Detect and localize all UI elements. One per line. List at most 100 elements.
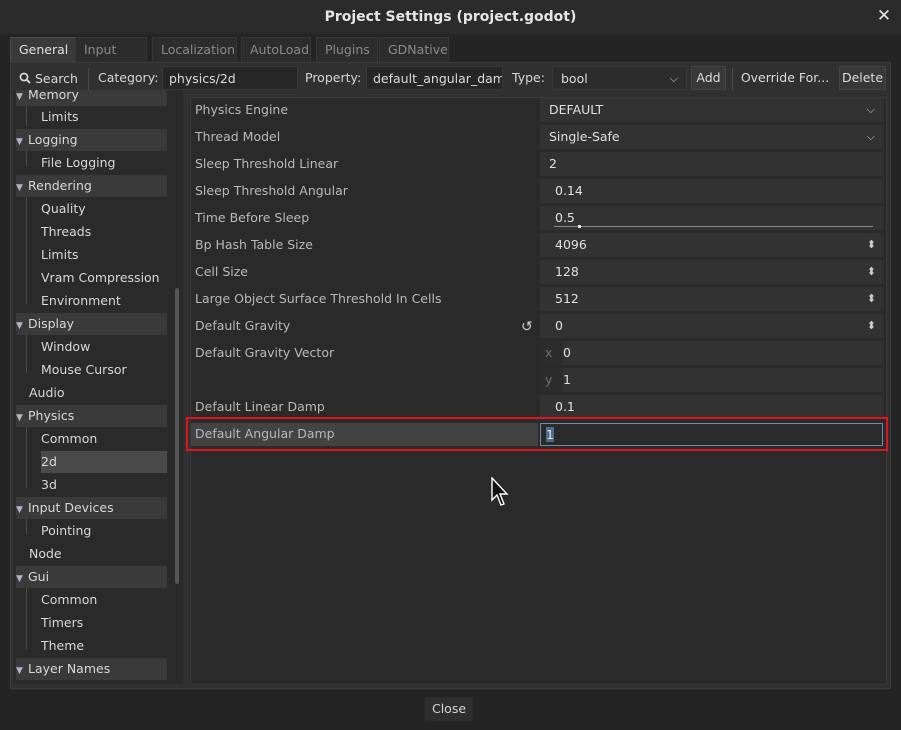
tab-plugins[interactable]: Plugins — [316, 37, 378, 63]
gravity-vector-x-field[interactable]: x0 — [540, 341, 883, 365]
tree-section-gui[interactable]: ▼ Gui — [16, 566, 167, 588]
property-input[interactable]: default_angular_dam — [366, 66, 503, 90]
tree-item-node[interactable]: Node — [29, 543, 62, 565]
tab-gdnative[interactable]: GDNative — [379, 37, 449, 63]
close-button[interactable]: Close — [425, 697, 473, 721]
delete-button[interactable]: Delete — [839, 66, 886, 90]
large-object-threshold-spinbox[interactable]: 512 ⬍ — [540, 287, 883, 311]
tree-section-display[interactable]: ▼ Display — [16, 313, 167, 335]
property-label: Physics Engine — [195, 102, 289, 117]
property-value: 128 — [555, 264, 579, 279]
tree-section-memory[interactable]: ▼ Memory — [16, 90, 167, 106]
tree-item-2d[interactable]: 2d — [41, 451, 167, 473]
cell-size-spinbox[interactable]: 128 ⬍ — [540, 260, 883, 284]
spin-arrows-icon[interactable]: ⬍ — [867, 314, 876, 338]
tree-item-3d[interactable]: 3d — [41, 474, 57, 496]
tree-guide — [26, 193, 27, 304]
default-linear-damp-field[interactable]: 0.1 — [540, 395, 883, 419]
tree-item-limits[interactable]: Limits — [41, 244, 79, 266]
property-label: Thread Model — [195, 129, 281, 144]
default-gravity-spinbox[interactable]: 0 ⬍ — [540, 314, 883, 338]
tree-section-rendering[interactable]: ▼ Rendering — [16, 175, 167, 197]
property-label: Default Gravity Vector — [195, 345, 335, 360]
tree-item-threads[interactable]: Threads — [41, 221, 91, 243]
tree-label: Layer Names — [28, 661, 111, 676]
property-value: 0 — [555, 318, 563, 333]
sleep-threshold-angular-field[interactable]: 0.14 — [540, 179, 883, 203]
spin-arrows-icon[interactable]: ⬍ — [867, 260, 876, 284]
close-icon[interactable]: ✕ — [875, 6, 893, 26]
tab-input-map[interactable]: Input Map — [75, 37, 147, 81]
tab-general[interactable]: General — [10, 37, 76, 63]
window-title: Project Settings (project.godot) — [324, 9, 577, 25]
chevron-down-icon: ⌵ — [669, 72, 678, 85]
time-before-sleep-slider[interactable]: 0.5 — [540, 206, 883, 230]
thread-model-dropdown[interactable]: Single-Safe ⌵ — [540, 125, 883, 149]
tree-item-common[interactable]: Common — [41, 428, 97, 450]
tree-section-logging[interactable]: ▼ Logging — [16, 129, 167, 151]
tree-item-limits[interactable]: Limits — [41, 106, 79, 128]
override-for-button[interactable]: Override For... — [738, 66, 832, 90]
search-icon — [19, 72, 31, 84]
revert-icon[interactable]: ↺ — [521, 319, 533, 335]
type-select[interactable]: bool ⌵ — [552, 66, 687, 90]
property-label: Sleep Threshold Linear — [195, 156, 339, 171]
tree-section-layer-names[interactable]: ▼ Layer Names — [16, 658, 167, 680]
type-label: Type: — [512, 70, 545, 85]
property-label: Bp Hash Table Size — [195, 237, 313, 252]
axis-label-y: y — [540, 368, 563, 392]
tree-item-file-logging[interactable]: File Logging — [41, 152, 115, 174]
tree-label: Physics — [28, 408, 75, 423]
tree-section-physics[interactable]: ▼ Physics — [16, 405, 167, 427]
tree-label: Input Devices — [28, 500, 114, 515]
property-value: DEFAULT — [549, 102, 604, 117]
property-value: 4096 — [555, 237, 587, 252]
gravity-vector-y-field[interactable]: y1 — [540, 368, 883, 392]
highlight-box — [186, 417, 888, 451]
sleep-threshold-linear-field[interactable]: 2 — [540, 152, 883, 176]
bp-hash-table-size-spinbox[interactable]: 4096 ⬍ — [540, 233, 883, 257]
spin-arrows-icon[interactable]: ⬍ — [867, 233, 876, 257]
category-input[interactable]: physics/2d — [162, 66, 298, 90]
slider-handle[interactable] — [578, 225, 581, 228]
tree-item-environment[interactable]: Environment — [41, 290, 121, 312]
search-label: Search — [34, 71, 78, 86]
tree-label: Memory — [28, 90, 79, 102]
tree-guide — [26, 331, 27, 373]
property-value: 0 — [563, 345, 571, 360]
add-button[interactable]: Add — [691, 66, 726, 90]
tree-label: Gui — [28, 569, 50, 584]
tree-item-quality[interactable]: Quality — [41, 198, 86, 220]
physics-engine-dropdown[interactable]: DEFAULT ⌵ — [540, 98, 883, 122]
tree-scrollbar[interactable] — [175, 288, 179, 584]
property-label: Cell Size — [195, 264, 248, 279]
section-tree: ▼ Memory Limits ▼ Logging File Logging ▼ Re… — [13, 90, 183, 684]
tree-item-common[interactable]: Common — [41, 589, 97, 611]
property-label: Time Before Sleep — [195, 210, 310, 225]
property-value: 0.5 — [555, 210, 575, 225]
tree-guide — [26, 423, 27, 488]
tree-section-input-devices[interactable]: ▼ Input Devices — [16, 497, 167, 519]
chevron-down-icon: ▼ — [16, 183, 23, 193]
tree-item-mouse-cursor[interactable]: Mouse Cursor — [41, 359, 127, 381]
spin-arrows-icon[interactable]: ⬍ — [867, 287, 876, 311]
property-label: Large Object Surface Threshold In Cells — [195, 291, 442, 306]
property-label: Property: — [305, 70, 362, 85]
chevron-down-icon: ▼ — [16, 92, 23, 102]
toolbar-separator — [88, 68, 89, 90]
chevron-down-icon: ⌵ — [866, 103, 875, 116]
tree-item-pointing[interactable]: Pointing — [41, 520, 91, 542]
tree-guide — [26, 584, 27, 649]
tree-item-audio[interactable]: Audio — [29, 382, 65, 404]
tab-autoload[interactable]: AutoLoad — [241, 37, 311, 63]
chevron-down-icon: ▼ — [16, 137, 23, 147]
tree-item-window[interactable]: Window — [41, 336, 90, 358]
category-label: Category: — [98, 70, 159, 85]
search-button[interactable]: Search — [19, 66, 78, 92]
tree-label: Display — [28, 316, 75, 331]
tree-item-theme[interactable]: Theme — [41, 635, 84, 657]
tree-item-vram-compression[interactable]: Vram Compression — [41, 267, 160, 289]
tree-item-timers[interactable]: Timers — [41, 612, 83, 634]
tree-label: Logging — [28, 132, 78, 147]
tab-localization[interactable]: Localization — [152, 37, 237, 63]
